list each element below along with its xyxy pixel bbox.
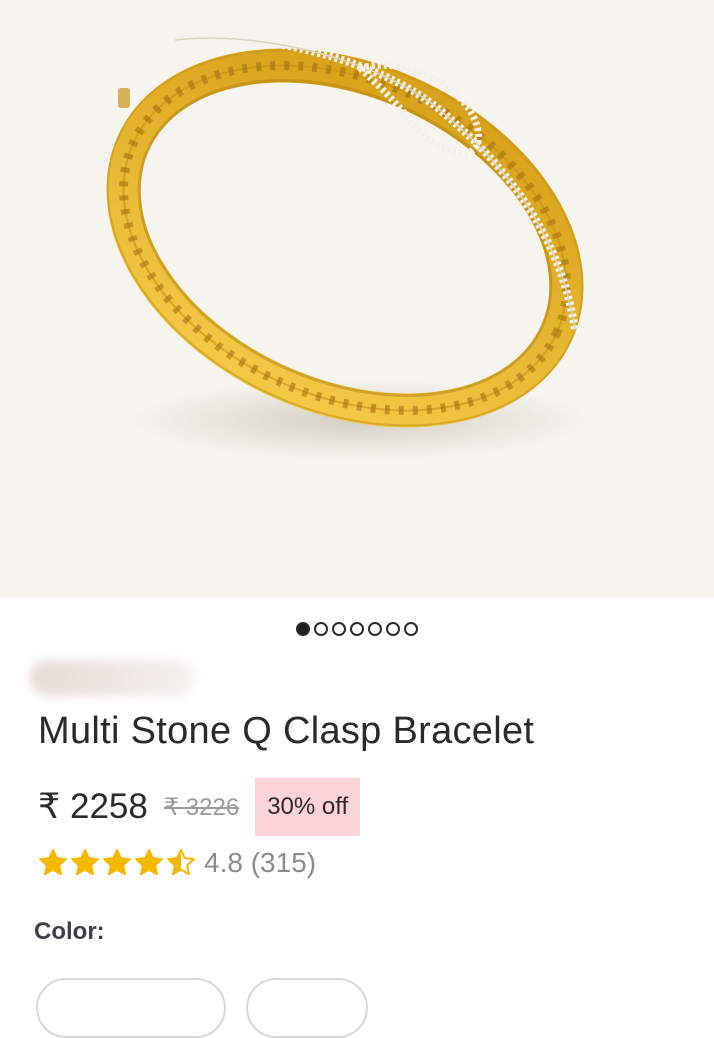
carousel-dot[interactable] (386, 622, 400, 636)
star-icon (103, 848, 131, 876)
product-image[interactable] (0, 0, 714, 598)
bracelet-image (106, 34, 590, 460)
carousel-dot[interactable] (296, 622, 310, 636)
carousel-dot[interactable] (314, 622, 328, 636)
rating-value: 4.8 (315) (204, 847, 317, 878)
carousel-dot[interactable] (368, 622, 382, 636)
rating-stars (38, 848, 196, 878)
review-count: (315) (250, 847, 317, 878)
color-label: Color: (34, 918, 105, 945)
star-icon (167, 848, 195, 876)
image-carousel-indicator[interactable] (0, 622, 714, 636)
selling-price: ₹ 2258 (38, 787, 148, 826)
carousel-dot[interactable] (332, 622, 346, 636)
star-icon (71, 848, 99, 876)
star-icon (135, 848, 163, 876)
original-price: ₹ 3226 (163, 793, 240, 821)
star-icon (39, 848, 67, 876)
color-option-2[interactable] (246, 978, 368, 1038)
product-title: Multi Stone Q Clasp Bracelet (38, 710, 535, 752)
color-option-1[interactable] (36, 978, 226, 1038)
discount-badge: 30% off (255, 778, 361, 836)
rating-row[interactable]: 4.8 (315) (38, 845, 316, 881)
carousel-dot[interactable] (404, 622, 418, 636)
brand-name-blurred (30, 660, 195, 696)
carousel-dot[interactable] (350, 622, 364, 636)
price-row: ₹ 2258 ₹ 3226 30% off (38, 778, 361, 836)
